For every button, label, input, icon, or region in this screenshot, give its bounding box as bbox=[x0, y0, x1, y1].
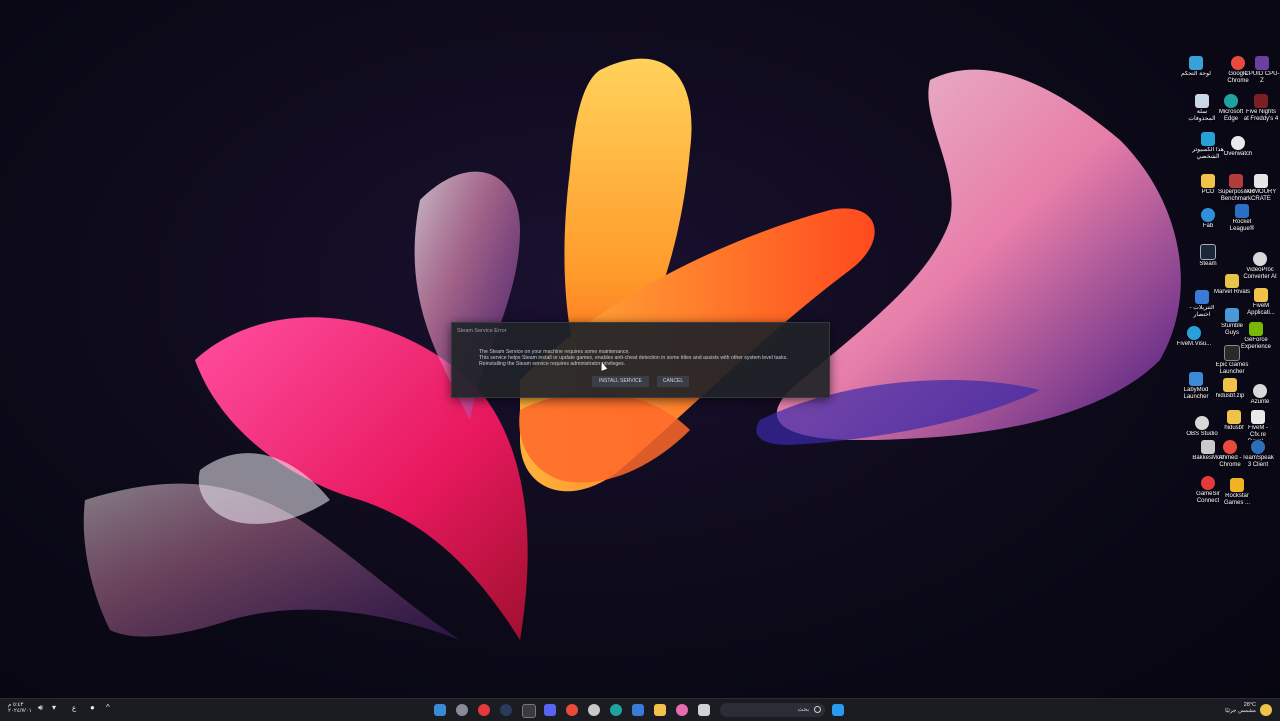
discord-icon[interactable] bbox=[544, 704, 556, 716]
store-icon[interactable] bbox=[632, 704, 644, 716]
edge-icon bbox=[1224, 94, 1238, 108]
geforce-icon bbox=[1249, 322, 1263, 336]
desktop-icon-label: Fab bbox=[1202, 223, 1214, 229]
videoproc-icon bbox=[1253, 252, 1267, 266]
labymod-icon bbox=[1189, 372, 1203, 386]
recycle-bin-icon bbox=[1195, 94, 1209, 108]
desktop-icon-teamspeak[interactable]: TeamSpeak 3 Client bbox=[1240, 440, 1276, 469]
weather-widget[interactable]: 28°C مشمس جزئيًا bbox=[1222, 702, 1256, 714]
install-service-button[interactable]: INSTALL SERVICE bbox=[592, 376, 649, 387]
chevron-up-icon[interactable]: ^ bbox=[106, 703, 110, 712]
stumble-guys-icon bbox=[1225, 308, 1239, 322]
desktop-icon-label: Epic Games Launcher bbox=[1215, 362, 1249, 375]
desktop-icon-azurite[interactable]: Azurite bbox=[1242, 384, 1278, 406]
desktop-icon-fnaf[interactable]: Five Nights at Freddy's 4 bbox=[1243, 94, 1279, 123]
start-windows-icon[interactable] bbox=[832, 704, 844, 716]
desktop-icon-label: CPUID CPU-Z bbox=[1244, 71, 1280, 84]
desktop-icon-label: Rockstar Games ... bbox=[1223, 493, 1250, 506]
desktop-icon-labymod[interactable]: LabyMod Launcher bbox=[1178, 372, 1214, 401]
downloads-icon bbox=[1195, 290, 1209, 304]
folder-icon bbox=[1201, 174, 1215, 188]
armoury-crate-icon bbox=[1254, 174, 1268, 188]
azurite-icon bbox=[1253, 384, 1267, 398]
overwatch-icon bbox=[1231, 136, 1245, 150]
desktop-icon-overwatch[interactable]: Overwatch bbox=[1220, 136, 1256, 158]
desktop-icon-label: Five Nights at Freddy's 4 bbox=[1243, 109, 1279, 122]
desktop-icon-control-panel[interactable]: لوحة التحكم bbox=[1178, 56, 1214, 78]
fnaf-icon bbox=[1254, 94, 1268, 108]
fivem-app-icon bbox=[1254, 288, 1268, 302]
weather-sun-icon bbox=[1260, 704, 1272, 716]
desktop-icon-label: Azurite bbox=[1250, 399, 1270, 405]
microphone-icon[interactable]: ● bbox=[90, 703, 95, 712]
folder-icon bbox=[1227, 410, 1241, 424]
desktop-icon-cpu-z[interactable]: CPUID CPU-Z bbox=[1244, 56, 1280, 85]
this-pc-icon bbox=[1201, 132, 1215, 146]
chrome-profile-icon bbox=[1223, 440, 1237, 454]
dialog-title: Steam Service Error bbox=[457, 328, 507, 334]
marvel-rivals-icon bbox=[1225, 274, 1239, 288]
zip-icon bbox=[1223, 378, 1237, 392]
desktop-icon-label: Steam bbox=[1199, 261, 1217, 267]
desktop-icon-rocket-league[interactable]: Rocket League® bbox=[1224, 204, 1260, 233]
rocket-league-icon bbox=[1235, 204, 1249, 218]
taskbar-search[interactable]: بحث bbox=[720, 703, 825, 717]
epic-games-icon bbox=[1224, 345, 1240, 361]
taskbar: ٥:٤٣ م ٢٠٢٤/٧/٠١ 🔊︎ ▾ ع ● ^ بحث 28°C مشم… bbox=[0, 698, 1280, 721]
gamesir-taskbar-icon[interactable] bbox=[478, 704, 490, 716]
obs-taskbar-icon[interactable] bbox=[588, 704, 600, 716]
dialog-message-line: Reinstalling the Steam service requires … bbox=[479, 361, 626, 367]
dialog-message: The Steam Service on your machine requir… bbox=[479, 349, 819, 367]
desktop-icon-steam[interactable]: Steam bbox=[1190, 244, 1226, 268]
desktop-icon-fab[interactable]: Fab bbox=[1190, 208, 1226, 230]
gamesir-icon bbox=[1201, 476, 1215, 490]
obs-icon bbox=[1195, 416, 1209, 430]
desktop-icon-label: TeamSpeak 3 Client bbox=[1242, 455, 1274, 468]
fivem-dev-icon bbox=[1251, 410, 1265, 424]
desktop-icon-fivem-dev[interactable]: FiveM - Cfx.re Devel... bbox=[1240, 410, 1276, 440]
desktop-icon-fivem-visual[interactable]: FiveM.Visu... bbox=[1176, 326, 1212, 348]
fab-icon bbox=[1201, 208, 1215, 222]
chrome-taskbar-icon[interactable] bbox=[566, 704, 578, 716]
desktop-icon-armoury-crate[interactable]: ARMOURY CRATE bbox=[1243, 174, 1279, 203]
weather-condition: مشمس جزئيًا bbox=[1225, 708, 1256, 714]
desktop-icon-label: Overwatch bbox=[1223, 151, 1253, 157]
desktop-icon-label: لوحة التحكم bbox=[1180, 71, 1211, 77]
chrome-icon bbox=[1231, 56, 1245, 70]
speaker-icon[interactable]: 🔊︎ bbox=[38, 703, 43, 713]
copilot-icon[interactable] bbox=[676, 704, 688, 716]
desktop-icon-label: FiveM - Cfx.re Devel... bbox=[1248, 425, 1268, 440]
superposition-icon bbox=[1229, 174, 1243, 188]
desktop-icon-label: FiveM.Visu... bbox=[1176, 341, 1212, 347]
desktop-icon-obs[interactable]: OBS Studio bbox=[1184, 416, 1220, 438]
desktop-icon-epic-games[interactable]: Epic Games Launcher bbox=[1214, 345, 1250, 376]
clock[interactable]: ٥:٤٣ م ٢٠٢٤/٧/٠١ bbox=[8, 702, 32, 714]
steam-icon bbox=[1200, 244, 1216, 260]
control-panel-icon bbox=[1189, 56, 1203, 70]
search-placeholder: بحث bbox=[797, 707, 809, 713]
desktop-icon-label: ARMOURY CRATE bbox=[1245, 189, 1277, 202]
desktop-icon-label: LabyMod Launcher bbox=[1183, 387, 1209, 400]
steam-service-error-dialog: Steam Service Error The Steam Service on… bbox=[451, 322, 830, 398]
desktop-icon-rockstar[interactable]: Rockstar Games ... bbox=[1219, 478, 1255, 507]
search-icon bbox=[814, 706, 821, 713]
desktop-icon-label: OBS Studio bbox=[1186, 431, 1218, 437]
input-language[interactable]: ع bbox=[72, 705, 76, 712]
cancel-button[interactable]: CANCEL bbox=[657, 376, 689, 387]
settings-gear-icon[interactable] bbox=[456, 704, 468, 716]
cpu-z-icon bbox=[1255, 56, 1269, 70]
epic-games-taskbar-icon[interactable] bbox=[522, 704, 536, 718]
network-icon[interactable]: ▾ bbox=[52, 703, 56, 712]
steam-taskbar-icon[interactable] bbox=[500, 704, 512, 716]
task-view-icon[interactable] bbox=[698, 704, 710, 716]
fivem-visual-icon bbox=[1187, 326, 1201, 340]
file-explorer-icon[interactable] bbox=[654, 704, 666, 716]
teamspeak-icon bbox=[1251, 440, 1265, 454]
clock-date: ٢٠٢٤/٧/٠١ bbox=[8, 708, 32, 714]
desktop-icon-label: Rocket League® bbox=[1229, 219, 1255, 232]
widgets-icon[interactable] bbox=[434, 704, 446, 716]
edge-taskbar-icon[interactable] bbox=[610, 704, 622, 716]
rockstar-icon bbox=[1230, 478, 1244, 492]
